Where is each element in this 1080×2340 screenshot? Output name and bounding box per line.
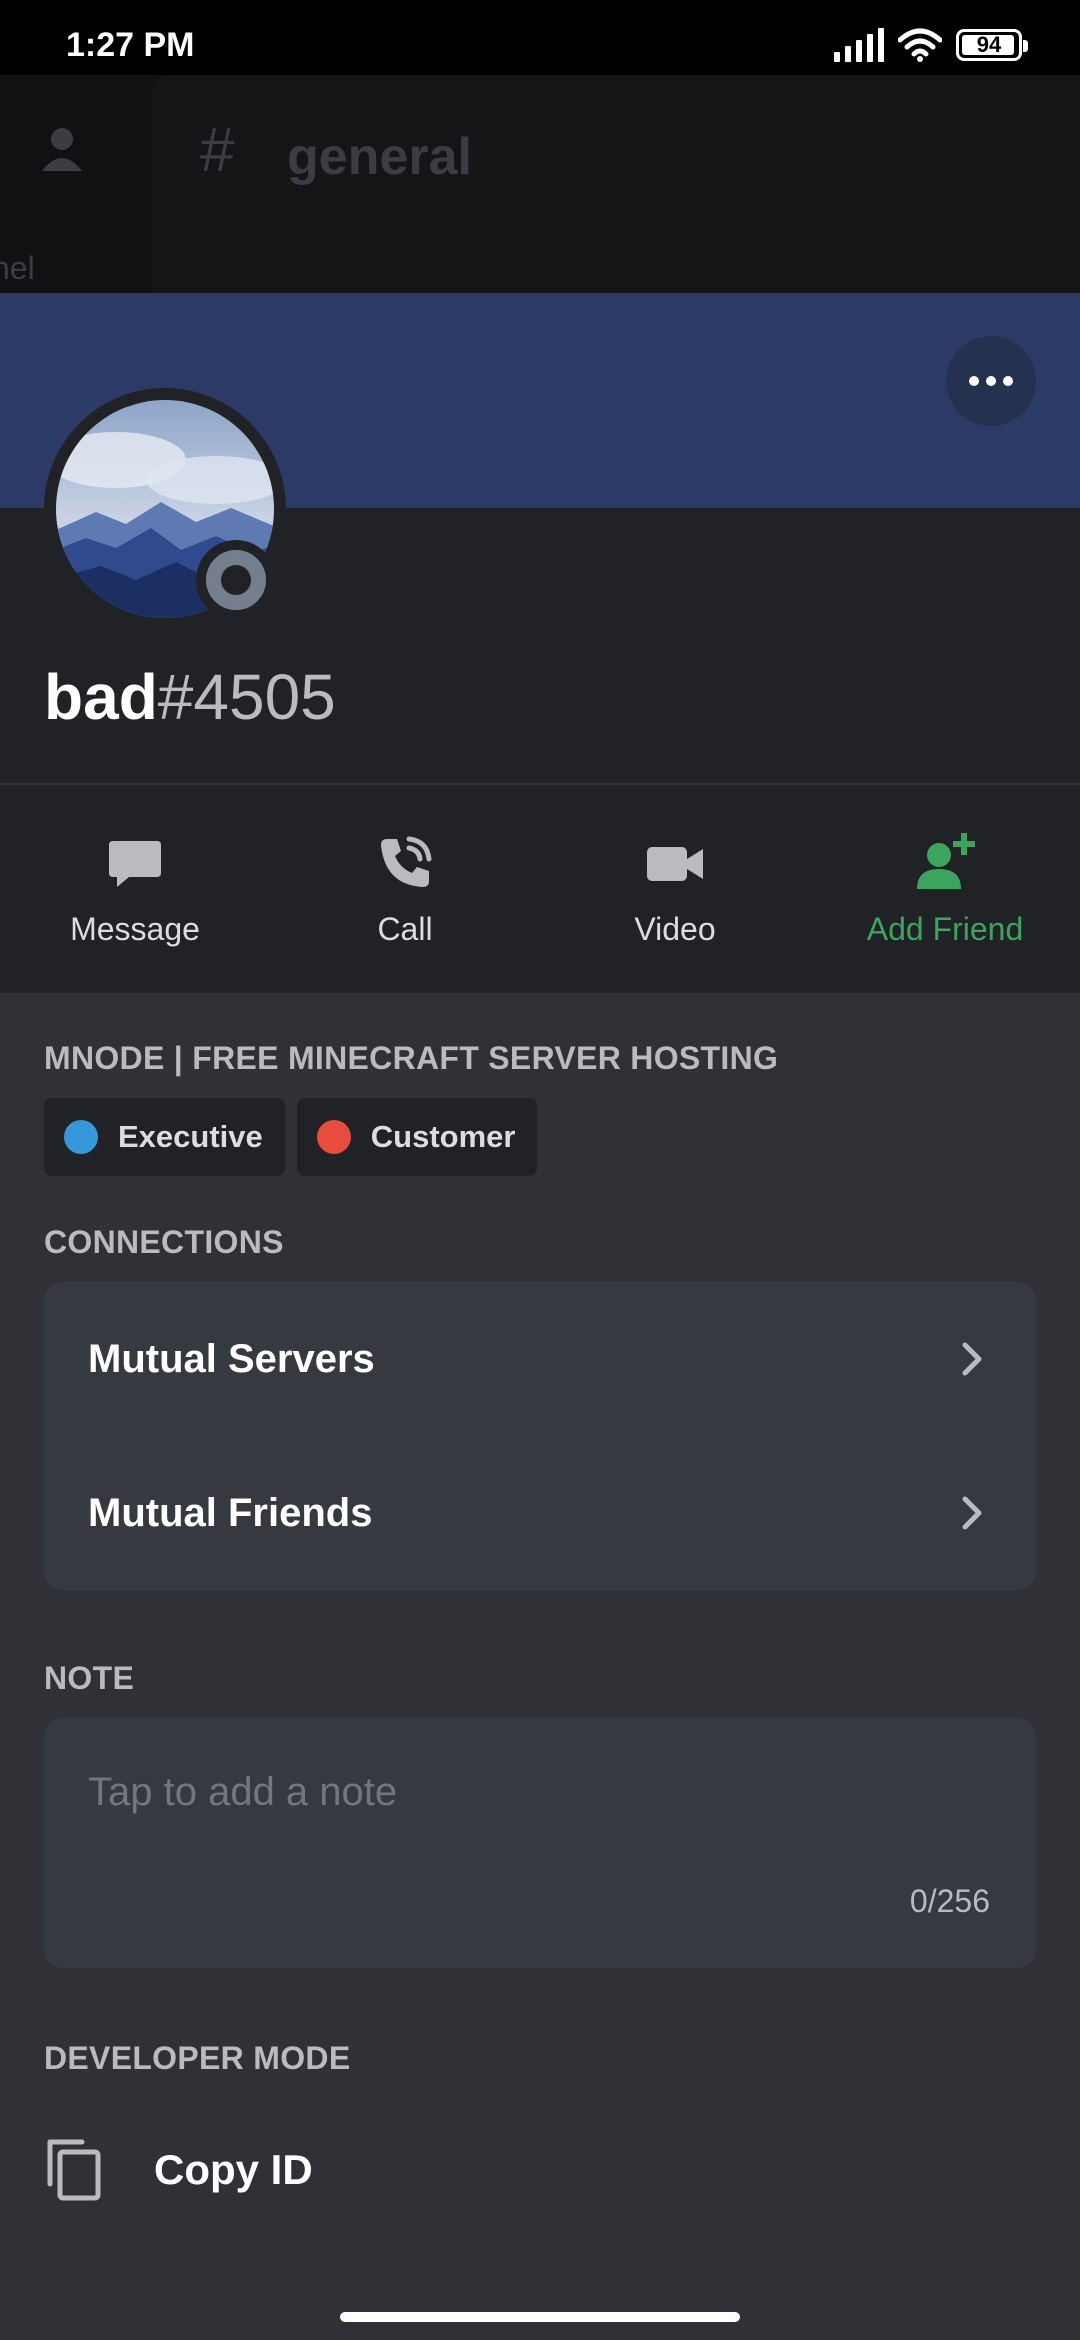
add-friend-icon: [917, 832, 975, 889]
status-bar: 1:27 PM 94: [0, 0, 1080, 75]
username-discriminator: #4505: [157, 661, 336, 733]
status-time: 1:27 PM: [66, 26, 195, 64]
username: bad#4505: [44, 660, 336, 734]
server-section-title: MNODE | FREE MINECRAFT SERVER HOSTING: [44, 1040, 779, 1076]
offline-status-icon: [206, 550, 266, 610]
more-options-button[interactable]: [946, 336, 1036, 426]
mutual-servers-row[interactable]: Mutual Servers: [44, 1282, 1036, 1436]
chevron-right-icon: [962, 1496, 982, 1530]
wifi-icon: [898, 28, 942, 62]
video-label: Video: [634, 910, 716, 947]
mutual-servers-label: Mutual Servers: [88, 1336, 375, 1381]
message-button[interactable]: Message: [0, 785, 270, 993]
avatar-ring: [44, 388, 286, 630]
background-channel-header: # general: [152, 75, 1080, 293]
battery-level: 94: [976, 32, 1002, 57]
chat-bubble-icon: [109, 840, 161, 887]
role-customer[interactable]: Customer: [296, 1098, 538, 1176]
copy-id-button[interactable]: Copy ID: [44, 2138, 313, 2202]
connections-title: CONNECTIONS: [44, 1224, 284, 1260]
mutual-friends-row[interactable]: Mutual Friends: [44, 1436, 1036, 1590]
more-icon: [969, 376, 979, 386]
note-input[interactable]: [88, 1770, 988, 1815]
role-name: Customer: [370, 1119, 516, 1154]
role-color-dot: [64, 1120, 98, 1154]
username-name: bad: [44, 661, 158, 733]
phone-call-icon: [381, 836, 432, 887]
home-indicator[interactable]: [340, 2312, 740, 2322]
status-icons: 94: [834, 28, 1028, 62]
role-executive[interactable]: Executive: [44, 1098, 285, 1176]
signal-icon: [834, 28, 884, 62]
call-label: Call: [377, 910, 433, 947]
hash-icon: #: [200, 116, 235, 185]
role-name: Executive: [118, 1119, 263, 1154]
status-indicator: [196, 540, 276, 620]
background-channel-name: general: [287, 128, 472, 186]
background-channel-text: nel: [0, 250, 35, 286]
background-overlay[interactable]: nel # general: [0, 75, 1080, 293]
call-button[interactable]: Call: [270, 785, 540, 993]
developer-mode-title: DEVELOPER MODE: [44, 2040, 351, 2076]
add-friend-button[interactable]: Add Friend: [810, 785, 1080, 993]
note-character-count: 0/256: [909, 1883, 990, 1919]
message-label: Message: [70, 910, 200, 947]
role-list: Executive Customer: [44, 1098, 538, 1176]
video-camera-icon: [647, 846, 703, 881]
battery-icon: 94: [956, 29, 1028, 61]
friends-icon: [42, 128, 82, 171]
mutual-friends-label: Mutual Friends: [88, 1490, 373, 1535]
note-card[interactable]: 0/256: [44, 1718, 1036, 1968]
chevron-right-icon: [962, 1342, 982, 1376]
copy-id-label: Copy ID: [154, 2146, 313, 2193]
copy-icon: [47, 2139, 101, 2201]
connections-card: Mutual Servers Mutual Friends: [44, 1282, 1036, 1590]
add-friend-label: Add Friend: [866, 910, 1024, 947]
note-title: NOTE: [44, 1660, 135, 1696]
profile-actions: Message Call Video Add Friend: [0, 783, 1080, 993]
role-color-dot: [316, 1120, 351, 1154]
video-button[interactable]: Video: [540, 785, 810, 993]
